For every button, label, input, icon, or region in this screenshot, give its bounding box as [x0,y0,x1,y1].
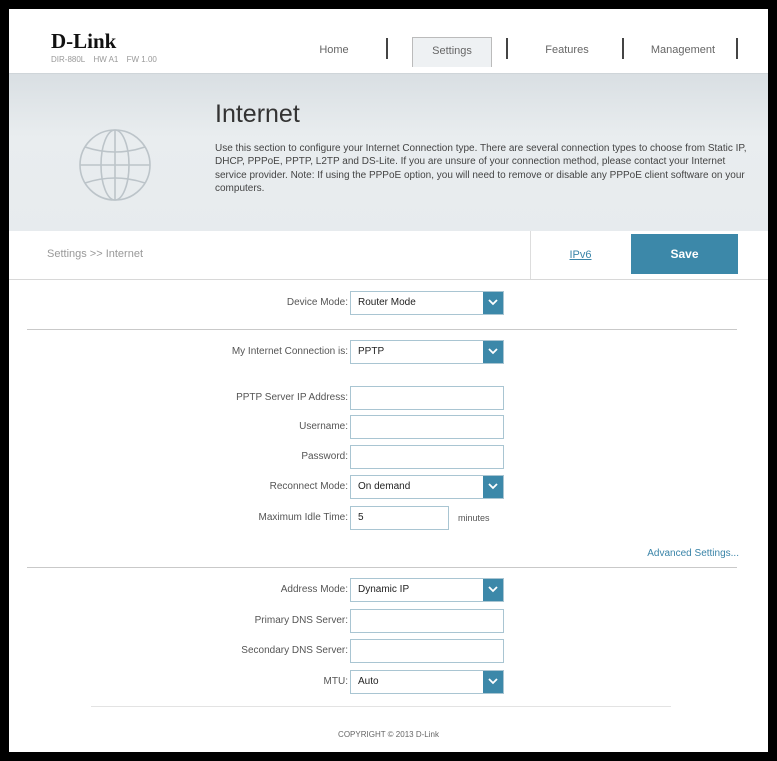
idle-time-row: Maximum Idle Time: 5 minutes [9,506,768,530]
pptp-server-input[interactable] [350,386,504,410]
header: D-Link DIR-880L HW A1 FW 1.00 Home Setti… [9,9,768,73]
section-divider [27,329,737,330]
model-info: DIR-880L HW A1 FW 1.00 [51,55,163,64]
secondary-dns-input[interactable] [350,639,504,663]
page-banner: Internet Use this section to configure y… [9,73,768,232]
device-mode-row: Device Mode: Router Mode [9,291,768,315]
connection-type-select[interactable]: PPTP [350,340,504,364]
chevron-down-icon[interactable] [483,579,503,601]
reconnect-mode-row: Reconnect Mode: On demand [9,475,768,499]
password-input[interactable] [350,445,504,469]
fw-version: FW 1.00 [126,55,157,64]
connection-type-value: PPTP [358,346,385,357]
mtu-value: Auto [358,676,379,687]
page-title: Internet [215,100,300,128]
idle-time-input[interactable]: 5 [350,506,449,530]
mtu-label: MTU: [323,676,348,687]
device-mode-value: Router Mode [358,297,416,308]
breadcrumb: Settings >> Internet [47,248,144,260]
address-mode-label: Address Mode: [280,584,348,595]
connection-type-row: My Internet Connection is: PPTP [9,340,768,364]
device-mode-select[interactable]: Router Mode [350,291,504,315]
globe-icon [79,129,151,201]
device-mode-label: Device Mode: [286,297,348,308]
nav-management[interactable]: Management [639,37,727,67]
password-label: Password: [301,451,348,462]
primary-dns-input[interactable] [350,609,504,633]
action-bar: Settings >> Internet IPv6 Save [9,231,768,280]
nav-settings[interactable]: Settings [412,37,492,67]
username-input[interactable] [350,415,504,439]
secondary-dns-label: Secondary DNS Server: [241,645,348,656]
nav-separator [622,38,624,59]
address-mode-value: Dynamic IP [358,584,410,595]
mtu-select[interactable]: Auto [350,670,504,694]
save-button[interactable]: Save [631,234,738,274]
footer-divider [91,706,671,707]
ipv6-link[interactable]: IPv6 [530,231,630,279]
nav-features[interactable]: Features [523,37,611,67]
page-description: Use this section to configure your Inter… [215,143,747,195]
reconnect-mode-value: On demand [358,481,411,492]
chevron-down-icon[interactable] [483,341,503,363]
mtu-row: MTU: Auto [9,670,768,694]
router-admin-page: D-Link DIR-880L HW A1 FW 1.00 Home Setti… [9,9,768,752]
reconnect-mode-select[interactable]: On demand [350,475,504,499]
chevron-down-icon[interactable] [483,671,503,693]
section-divider [27,567,737,568]
address-mode-row: Address Mode: Dynamic IP [9,578,768,602]
nav-separator [386,38,388,59]
copyright-text: COPYRIGHT © 2013 D-Link [338,730,439,739]
nav-home[interactable]: Home [294,37,374,67]
username-label: Username: [299,421,348,432]
idle-time-unit: minutes [458,513,490,523]
chevron-down-icon[interactable] [483,292,503,314]
hw-version: HW A1 [93,55,119,64]
pptp-server-row: PPTP Server IP Address: [9,386,768,410]
primary-dns-label: Primary DNS Server: [254,615,348,626]
nav-separator [506,38,508,59]
advanced-settings-link[interactable]: Advanced Settings... [647,548,739,559]
secondary-dns-row: Secondary DNS Server: [9,639,768,663]
idle-time-label: Maximum Idle Time: [258,512,348,523]
pptp-server-label: PPTP Server IP Address: [236,392,348,403]
nav-separator [736,38,738,59]
chevron-down-icon[interactable] [483,476,503,498]
reconnect-mode-label: Reconnect Mode: [269,481,348,492]
password-row: Password: [9,445,768,469]
primary-dns-row: Primary DNS Server: [9,609,768,633]
model-name: DIR-880L [51,55,86,64]
connection-type-label: My Internet Connection is: [231,346,348,357]
address-mode-select[interactable]: Dynamic IP [350,578,504,602]
idle-time-value: 5 [358,512,364,523]
dlink-logo[interactable]: D-Link [51,29,116,54]
username-row: Username: [9,415,768,439]
